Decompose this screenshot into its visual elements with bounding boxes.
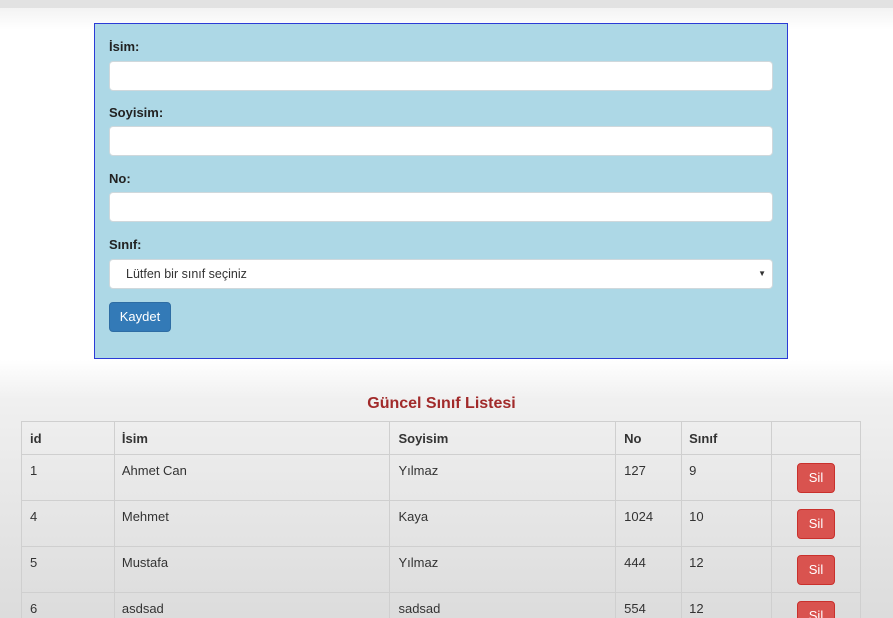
cell-no: 444 (615, 546, 683, 593)
table-row: 6 asdsad sadsad 554 12 Sil (21, 592, 861, 618)
student-table: id İsim Soyisim No Sınıf 1 Ahmet Can Yıl… (21, 421, 861, 618)
cell-sinif: 9 (681, 454, 772, 501)
column-header-id: id (21, 421, 115, 455)
column-header-soyisim: Soyisim (389, 421, 617, 455)
isim-label: İsim: (109, 39, 140, 54)
column-header-no: No (615, 421, 683, 455)
table-header-row: id İsim Soyisim No Sınıf (21, 421, 861, 455)
student-form: İsim: Soyisim: No: Sınıf: Lütfen bir sın… (94, 23, 788, 359)
delete-button[interactable]: Sil (797, 463, 835, 493)
sinif-selected-value: Lütfen bir sınıf seçiniz (126, 267, 247, 281)
column-header-sinif: Sınıf (681, 421, 772, 455)
list-title: Güncel Sınıf Listesi (367, 395, 516, 412)
cell-no: 554 (615, 592, 683, 618)
cell-soyisim: Yılmaz (389, 546, 617, 593)
no-label: No: (109, 171, 131, 186)
soyisim-input[interactable] (109, 126, 773, 156)
isim-input[interactable] (109, 61, 773, 91)
cell-isim: Mehmet (113, 500, 391, 547)
delete-button[interactable]: Sil (797, 601, 835, 618)
save-button[interactable]: Kaydet (109, 302, 171, 332)
cell-sinif: 10 (681, 500, 772, 547)
cell-action: Sil (771, 546, 861, 593)
cell-sinif: 12 (681, 546, 772, 593)
cell-action: Sil (771, 592, 861, 618)
table-row: 1 Ahmet Can Yılmaz 127 9 Sil (21, 454, 861, 501)
cell-id: 6 (21, 592, 115, 618)
cell-isim: Ahmet Can (113, 454, 391, 501)
cell-no: 127 (615, 454, 683, 501)
caret-down-icon: ▼ (758, 269, 766, 278)
sinif-label: Sınıf: (109, 237, 142, 252)
table-row: 4 Mehmet Kaya 1024 10 Sil (21, 500, 861, 547)
cell-id: 4 (21, 500, 115, 547)
cell-isim: asdsad (113, 592, 391, 618)
cell-isim: Mustafa (113, 546, 391, 593)
cell-action: Sil (771, 454, 861, 501)
no-input[interactable] (109, 192, 773, 222)
cell-soyisim: sadsad (389, 592, 617, 618)
cell-id: 5 (21, 546, 115, 593)
cell-no: 1024 (615, 500, 683, 547)
column-header-action (771, 421, 861, 455)
delete-button[interactable]: Sil (797, 555, 835, 585)
cell-soyisim: Kaya (389, 500, 617, 547)
column-header-isim: İsim (113, 421, 391, 455)
table-row: 5 Mustafa Yılmaz 444 12 Sil (21, 546, 861, 593)
cell-soyisim: Yılmaz (389, 454, 617, 501)
cell-action: Sil (771, 500, 861, 547)
cell-sinif: 12 (681, 592, 772, 618)
cell-id: 1 (21, 454, 115, 501)
sinif-select[interactable]: Lütfen bir sınıf seçiniz ▼ (109, 259, 773, 289)
delete-button[interactable]: Sil (797, 509, 835, 539)
top-strip (0, 0, 893, 8)
soyisim-label: Soyisim: (109, 105, 164, 120)
